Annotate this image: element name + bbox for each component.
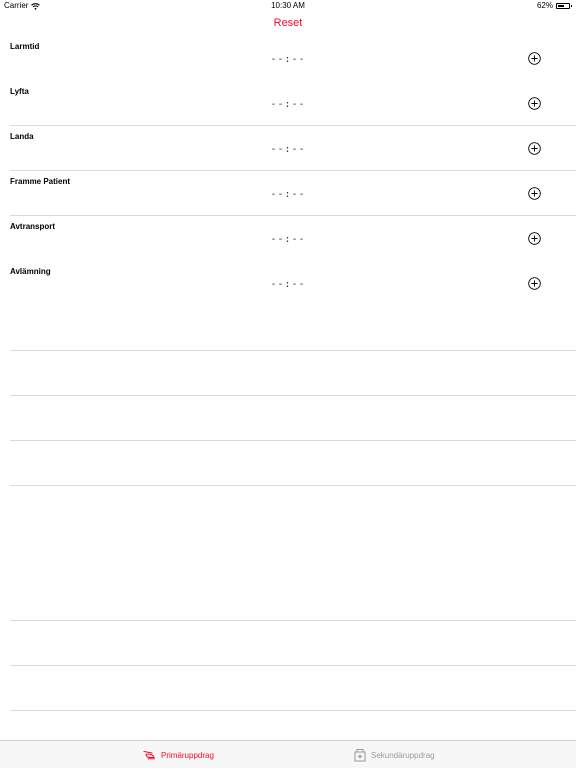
event-time-value: --:--	[270, 54, 306, 65]
row-separator	[10, 710, 576, 711]
event-label: Avtransport	[10, 222, 56, 231]
tab-label: Sekundäruppdrag	[371, 750, 435, 760]
reset-button[interactable]: Reset	[0, 17, 576, 29]
event-label: Larmtid	[10, 42, 40, 51]
event-list: Larmtid --:-- Lyfta --:-- Landa --:-- Framme P…	[0, 36, 576, 306]
helicopter-icon	[143, 750, 155, 760]
event-label: Lyfta	[10, 87, 29, 96]
battery-indicator: 62%	[536, 0, 572, 12]
event-row: Landa --:--	[0, 126, 576, 171]
event-row: Lyfta --:--	[0, 81, 576, 126]
tab-bar: Primäruppdrag Sekundäruppdrag	[0, 740, 576, 768]
event-label: Avlämning	[10, 267, 51, 276]
status-time: 10:30 AM	[271, 1, 305, 10]
event-time-value: --:--	[270, 189, 306, 200]
status-bar: Carrier 10:30 AM 62%	[0, 0, 576, 12]
row-separator	[10, 485, 576, 486]
event-label: Landa	[10, 132, 34, 141]
row-separator	[10, 350, 576, 351]
row-separator	[10, 125, 576, 126]
tab-primaruppdrag[interactable]: Primäruppdrag	[143, 741, 214, 769]
add-circle-icon[interactable]	[528, 142, 541, 155]
battery-icon	[556, 3, 572, 9]
event-row: Avlämning --:--	[0, 261, 576, 306]
row-separator	[10, 620, 576, 621]
event-row: Avtransport --:--	[0, 216, 576, 261]
row-separator	[10, 395, 576, 396]
row-separator	[10, 440, 576, 441]
row-separator	[10, 170, 576, 171]
event-time-value: --:--	[270, 279, 306, 290]
row-separator	[10, 665, 576, 666]
ambulance-icon	[354, 749, 366, 762]
event-time-value: --:--	[270, 144, 306, 155]
tab-label: Primäruppdrag	[161, 750, 214, 760]
event-time-value: --:--	[270, 99, 306, 110]
add-circle-icon[interactable]	[528, 52, 541, 65]
battery-percent: 62%	[536, 1, 553, 10]
add-circle-icon[interactable]	[528, 232, 541, 245]
event-row: Larmtid --:--	[0, 36, 576, 81]
event-label: Framme Patient	[10, 177, 71, 186]
add-circle-icon[interactable]	[528, 97, 541, 110]
navigation-bar: Reset	[0, 12, 576, 36]
event-time-value: --:--	[270, 234, 306, 245]
add-circle-icon[interactable]	[528, 187, 541, 200]
add-circle-icon[interactable]	[528, 277, 541, 290]
tab-sekundaruppdrag[interactable]: Sekundäruppdrag	[354, 741, 435, 769]
battery-fill	[558, 5, 565, 7]
row-separator	[10, 215, 576, 216]
event-row: Framme Patient --:--	[0, 171, 576, 216]
